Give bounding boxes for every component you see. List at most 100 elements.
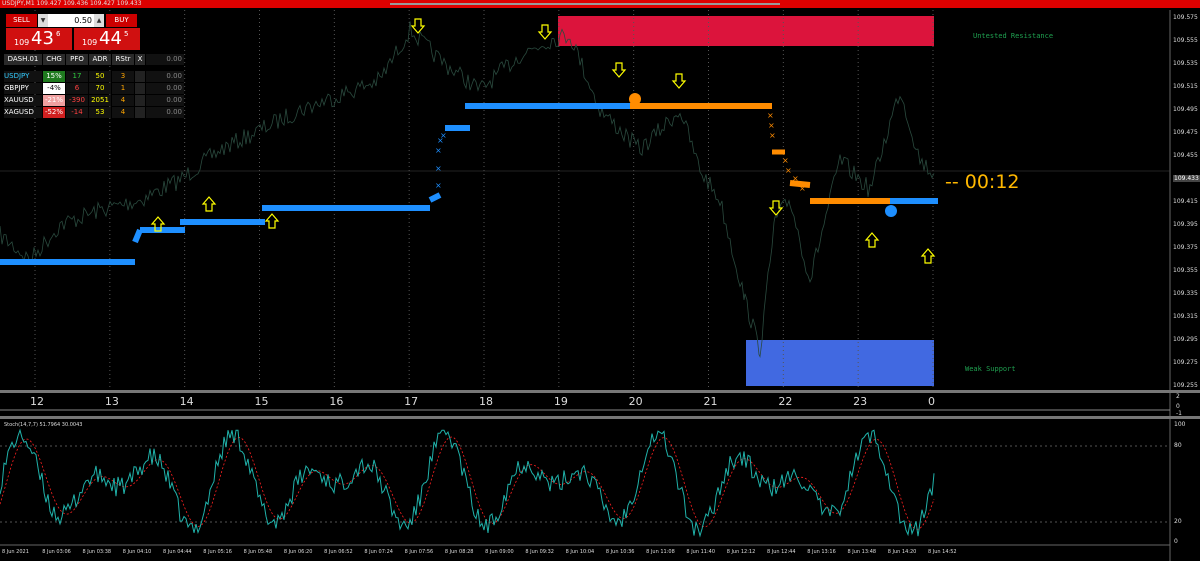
time-tick: 8 Jun 13:16 [807, 549, 836, 555]
arrow-up-icon [264, 213, 280, 229]
price-tick: 109.535 [1173, 60, 1198, 67]
dashboard-value: 0.00 [146, 107, 184, 118]
day-tick: 18 [479, 395, 493, 408]
day-tick: 21 [703, 395, 718, 408]
sell-button[interactable]: SELL [6, 14, 37, 27]
lot-increase-button[interactable]: ▲ [94, 14, 104, 27]
dashboard-row-xagusd[interactable]: XAGUSD -52% -14 53 4 0.00 [4, 107, 184, 118]
dashboard-chg: 15% [43, 71, 65, 82]
arrow-down-icon [410, 18, 426, 34]
price-tick: 109.355 [1173, 267, 1198, 274]
dashboard-symbol[interactable]: XAUUSD [4, 95, 42, 106]
dashboard-toggle[interactable] [135, 71, 145, 82]
time-tick: 8 Jun 06:52 [324, 549, 353, 555]
price-tick: 109.515 [1173, 83, 1198, 90]
symbol-quote-line: USDJPY,M1 109.427 109.436 109.427 109.43… [2, 0, 142, 7]
time-tick: 8 Jun 10:36 [605, 549, 635, 555]
arrow-up-icon [864, 232, 880, 248]
stoch-level-tick: 20 [1174, 518, 1182, 525]
time-tick: 8 Jun 14:20 [887, 549, 917, 555]
dashboard-col-chg[interactable]: CHG [43, 54, 65, 65]
resistance-zone[interactable] [558, 16, 934, 46]
current-price-label: 109.433 [1173, 175, 1200, 182]
dashboard-rstr: 4 [112, 107, 134, 118]
price-tick: 109.375 [1173, 244, 1198, 251]
dashboard-row-gbpjpy[interactable]: GBPJPY -4% 6 70 1 0.00 [4, 83, 184, 94]
price-tick: 109.335 [1173, 290, 1198, 297]
time-tick: 8 Jun 05:16 [203, 549, 232, 555]
scroll-indicator[interactable] [390, 3, 780, 5]
day-tick: 12 [30, 395, 44, 408]
sell-price-sup: 6 [56, 30, 61, 38]
stoch-level-tick: 80 [1174, 442, 1182, 449]
dashboard-pfo: -14 [66, 107, 88, 118]
untested-resistance-label: Untested Resistance [973, 32, 1054, 40]
buy-price-big: 44 [99, 28, 122, 49]
price-tick: 109.415 [1173, 198, 1198, 205]
sell-price-big: 43 [31, 28, 54, 49]
dashboard-row-xauusd[interactable]: XAUUSD -21% -390 2051 4 0.00 [4, 95, 184, 106]
time-tick: 8 Jun 05:48 [243, 549, 273, 555]
dashboard-col-pfo[interactable]: PFO [66, 54, 88, 65]
time-tick: 8 Jun 2021 [2, 549, 29, 555]
time-tick: 8 Jun 14:52 [928, 549, 957, 555]
dashboard-rstr: 3 [112, 71, 134, 82]
dashboard-toggle[interactable] [135, 107, 145, 118]
panel-separator [0, 416, 1200, 419]
signal-dot-blue[interactable] [885, 205, 897, 217]
day-tick: 19 [553, 395, 568, 408]
trailing-cross-blue: × [435, 164, 442, 173]
trailing-stop-blue [428, 192, 442, 203]
day-tick: 0 [928, 395, 935, 408]
day-tick: 22 [778, 395, 793, 408]
time-tick: 8 Jun 13:48 [847, 549, 877, 555]
arrow-down-icon [768, 200, 784, 216]
time-tick: 8 Jun 09:32 [525, 549, 554, 555]
dashboard-close-button[interactable]: X [135, 54, 145, 65]
dashboard-header-value: 0.00 [146, 54, 184, 65]
dashboard-value: 0.00 [146, 95, 184, 106]
sell-price-prefix: 109 [14, 38, 30, 47]
lot-size-value: 0.50 [74, 16, 92, 25]
dashboard-row-usdjpy[interactable]: USDJPY 15% 17 50 3 0.00 [4, 71, 184, 82]
time-tick: 8 Jun 09:00 [485, 549, 514, 555]
arrow-up-icon [920, 248, 936, 264]
dashboard-symbol[interactable]: XAGUSD [4, 107, 42, 118]
day-tick: 17 [404, 395, 419, 408]
dashboard-symbol[interactable]: USDJPY [4, 71, 42, 82]
sell-price-box[interactable]: 109 43 6 [6, 28, 72, 50]
dashboard-toggle[interactable] [135, 83, 145, 94]
dashboard-chg: -4% [43, 83, 65, 94]
dashboard-pfo: 6 [66, 83, 88, 94]
dashboard-rstr: 4 [112, 95, 134, 106]
dashboard-col-rstr[interactable]: RStr [112, 54, 134, 65]
trailing-stop-blue [132, 228, 143, 244]
signal-dot-orange[interactable] [629, 93, 641, 105]
price-tick: 109.295 [1173, 336, 1198, 343]
buy-price-box[interactable]: 109 44 5 [74, 28, 140, 50]
trailing-cross-orange: × [782, 156, 789, 165]
buy-price-prefix: 109 [82, 38, 98, 47]
lot-decrease-button[interactable]: ▼ [38, 14, 48, 27]
price-tick: 109.555 [1173, 37, 1198, 44]
arrow-down-icon [671, 73, 687, 89]
dashboard-adr: 50 [89, 71, 111, 82]
dashboard-pfo: 17 [66, 71, 88, 82]
dashboard-adr: 2051 [89, 95, 111, 106]
bar-countdown: -- 00:12 [945, 171, 1020, 193]
day-tick: 15 [254, 395, 269, 408]
chevron-down-icon: ▼ [40, 17, 46, 24]
dashboard-symbol[interactable]: GBPJPY [4, 83, 42, 94]
arrow-down-icon [611, 62, 627, 78]
arrow-up-icon [201, 196, 217, 212]
dashboard-toggle[interactable] [135, 95, 145, 106]
dashboard-col-adr[interactable]: ADR [89, 54, 111, 65]
time-tick: 8 Jun 12:44 [766, 549, 796, 555]
time-tick: 8 Jun 11:08 [646, 549, 675, 555]
price-tick: 109.455 [1173, 152, 1198, 159]
buy-button[interactable]: BUY [106, 14, 137, 27]
support-zone[interactable] [746, 340, 934, 386]
trailing-cross-orange: × [769, 131, 776, 140]
day-tick: 23 [853, 395, 868, 408]
dashboard-adr: 53 [89, 107, 111, 118]
